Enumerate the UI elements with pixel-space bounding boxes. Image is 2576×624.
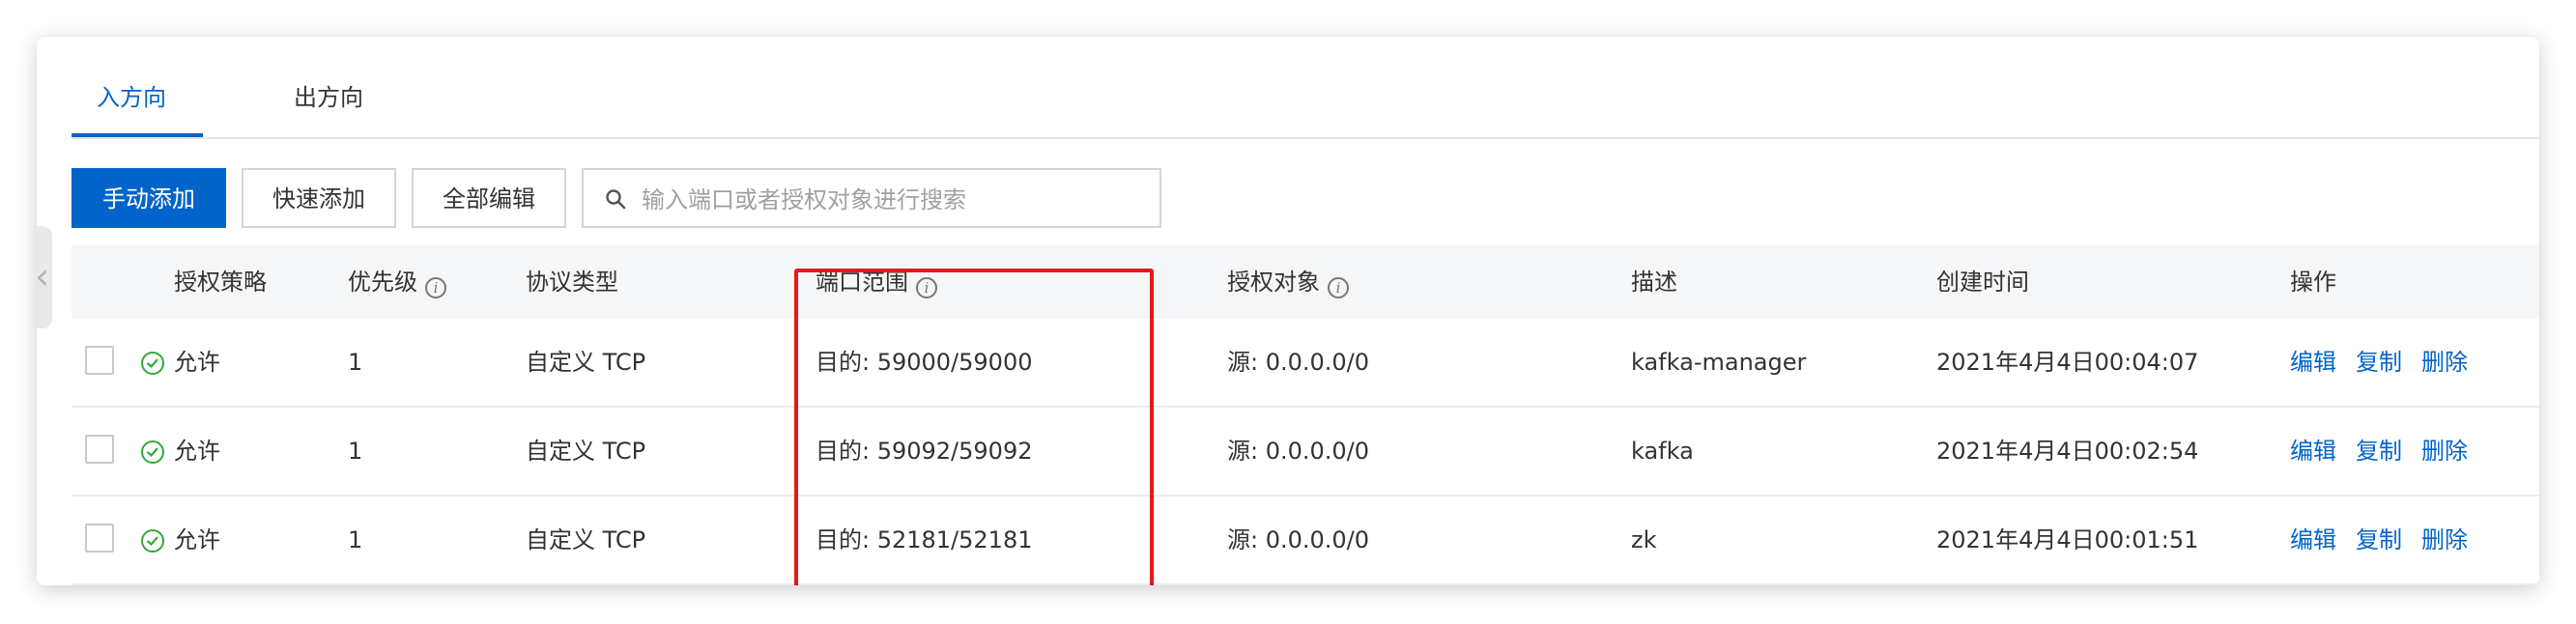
port-range-cell: 目的: 52181/52181 bbox=[816, 526, 1033, 553]
side-collapse-handle[interactable]: ‹ bbox=[37, 226, 52, 328]
delete-link[interactable]: 删除 bbox=[2421, 348, 2468, 377]
header-port-range-label: 端口范围 bbox=[816, 269, 908, 296]
header-priority-label: 优先级 bbox=[348, 269, 417, 296]
info-icon[interactable]: i bbox=[425, 277, 446, 298]
port-range-cell: 目的: 59000/59000 bbox=[816, 349, 1033, 376]
auth-object-cell: 源: 0.0.0.0/0 bbox=[1227, 349, 1370, 376]
table-row: 允许 1 自定义 TCP 目的: 52181/52181 源: 0.0.0.0/… bbox=[72, 496, 2539, 585]
edit-all-button[interactable]: 全部编辑 bbox=[412, 168, 566, 228]
auth-object-cell: 源: 0.0.0.0/0 bbox=[1227, 438, 1370, 465]
tab-outbound[interactable]: 出方向 bbox=[294, 83, 363, 112]
check-circle-icon bbox=[141, 529, 164, 553]
protocol-cell: 自定义 TCP bbox=[526, 438, 646, 465]
priority-cell: 1 bbox=[348, 526, 363, 553]
header-priority: 优先级 i bbox=[348, 268, 446, 298]
protocol-cell: 自定义 TCP bbox=[526, 526, 646, 553]
delete-link[interactable]: 删除 bbox=[2421, 525, 2468, 554]
check-circle-icon bbox=[141, 440, 164, 464]
direction-tabs: 入方向 出方向 bbox=[72, 37, 2539, 139]
policy-cell: 允许 bbox=[174, 526, 220, 553]
chevron-left-icon: ‹ bbox=[37, 255, 49, 298]
security-group-rules-panel: ‹ 入方向 出方向 手动添加 快速添加 全部编辑 授权策略 优先级 i 协议类型 … bbox=[37, 37, 2539, 585]
priority-cell: 1 bbox=[348, 349, 363, 376]
active-tab-indicator bbox=[72, 133, 203, 137]
created-time-cell: 2021年4月4日00:02:54 bbox=[1936, 438, 2199, 465]
edit-link[interactable]: 编辑 bbox=[2290, 437, 2336, 466]
row-checkbox[interactable] bbox=[85, 435, 114, 464]
row-checkbox[interactable] bbox=[85, 524, 114, 553]
header-policy: 授权策略 bbox=[174, 269, 267, 296]
table-header: 授权策略 优先级 i 协议类型 端口范围 i 授权对象 i 描述 创建时间 操作 bbox=[72, 245, 2539, 319]
header-auth-object: 授权对象 i bbox=[1227, 268, 1349, 298]
check-circle-icon bbox=[141, 352, 164, 375]
edit-link[interactable]: 编辑 bbox=[2290, 348, 2336, 377]
header-port-range: 端口范围 i bbox=[816, 268, 937, 298]
copy-link[interactable]: 复制 bbox=[2356, 525, 2402, 554]
policy-cell: 允许 bbox=[174, 438, 220, 465]
description-cell: kafka bbox=[1631, 438, 1694, 465]
header-created-time: 创建时间 bbox=[1936, 269, 2029, 296]
table-row: 允许 1 自定义 TCP 目的: 59000/59000 源: 0.0.0.0/… bbox=[72, 319, 2539, 408]
tab-inbound[interactable]: 入方向 bbox=[97, 83, 166, 112]
table-row: 允许 1 自定义 TCP 目的: 59092/59092 源: 0.0.0.0/… bbox=[72, 408, 2539, 496]
copy-link[interactable]: 复制 bbox=[2356, 348, 2402, 377]
search-input[interactable] bbox=[640, 180, 1146, 220]
edit-link[interactable]: 编辑 bbox=[2290, 525, 2336, 554]
header-auth-object-label: 授权对象 bbox=[1227, 269, 1320, 296]
header-actions: 操作 bbox=[2290, 269, 2336, 296]
info-icon[interactable]: i bbox=[916, 277, 937, 298]
header-protocol: 协议类型 bbox=[526, 269, 618, 296]
protocol-cell: 自定义 TCP bbox=[526, 349, 646, 376]
search-icon bbox=[606, 189, 626, 210]
description-cell: zk bbox=[1631, 526, 1657, 553]
created-time-cell: 2021年4月4日00:01:51 bbox=[1936, 526, 2199, 553]
policy-cell: 允许 bbox=[174, 349, 220, 376]
header-description: 描述 bbox=[1631, 269, 1677, 296]
priority-cell: 1 bbox=[348, 438, 363, 465]
delete-link[interactable]: 删除 bbox=[2421, 437, 2468, 466]
row-checkbox[interactable] bbox=[85, 346, 114, 375]
copy-link[interactable]: 复制 bbox=[2356, 437, 2402, 466]
description-cell: kafka-manager bbox=[1631, 349, 1807, 376]
manual-add-button[interactable]: 手动添加 bbox=[72, 168, 226, 228]
created-time-cell: 2021年4月4日00:04:07 bbox=[1936, 349, 2199, 376]
info-icon[interactable]: i bbox=[1328, 277, 1349, 298]
auth-object-cell: 源: 0.0.0.0/0 bbox=[1227, 526, 1370, 553]
quick-add-button[interactable]: 快速添加 bbox=[242, 168, 396, 228]
search-box bbox=[582, 168, 1161, 228]
port-range-cell: 目的: 59092/59092 bbox=[816, 438, 1033, 465]
